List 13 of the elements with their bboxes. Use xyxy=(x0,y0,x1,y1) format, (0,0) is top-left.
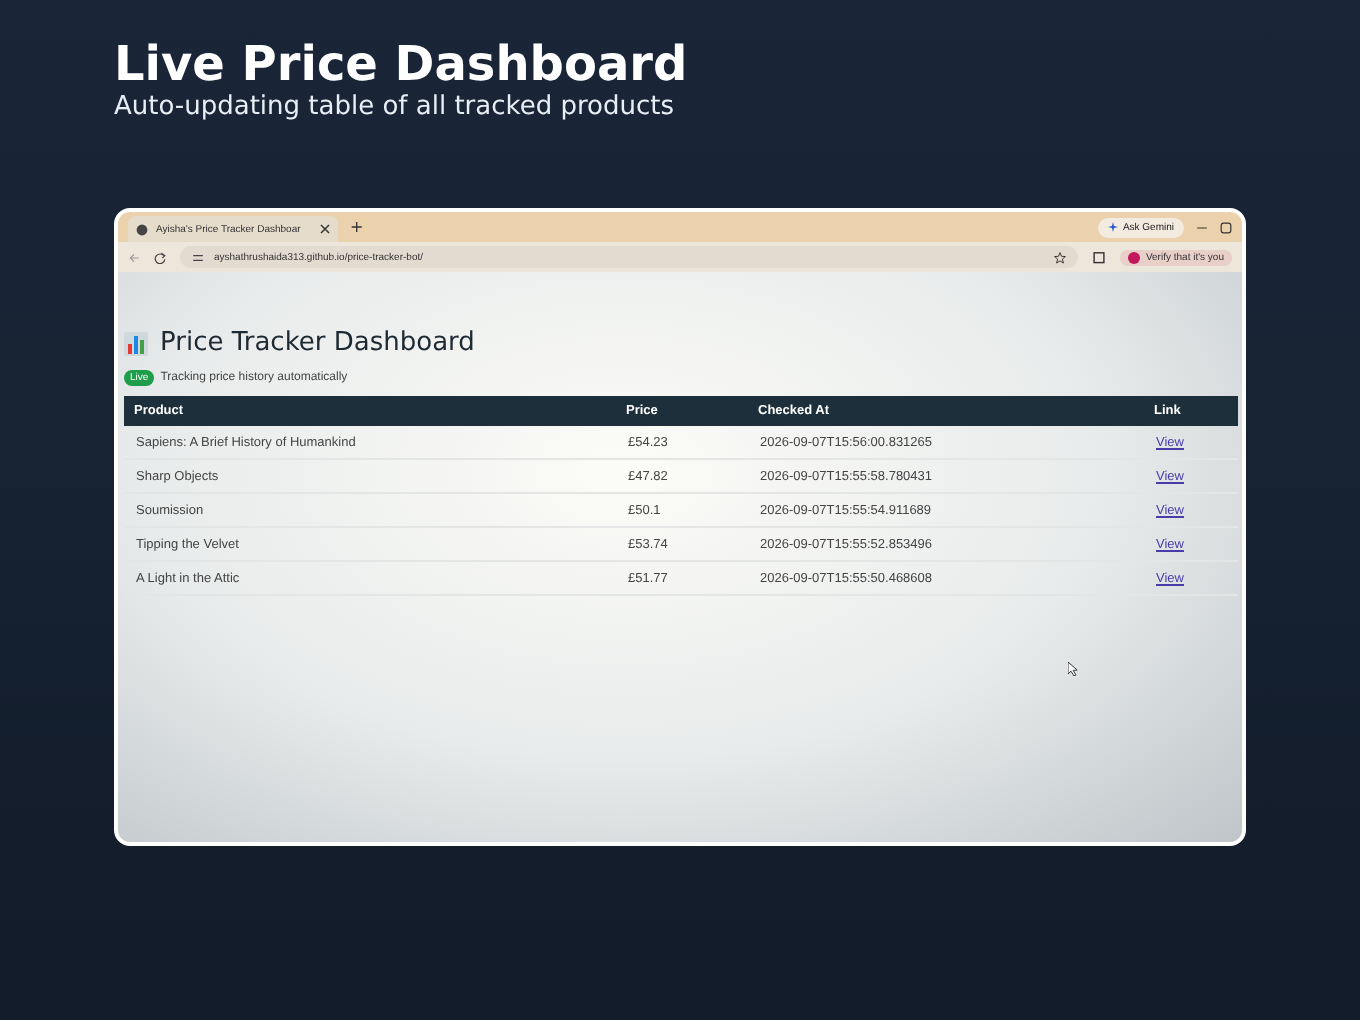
maximize-icon[interactable] xyxy=(1220,221,1232,233)
avatar-icon xyxy=(1127,251,1140,263)
cursor-icon xyxy=(1068,662,1078,676)
bar-chart-icon xyxy=(124,331,148,355)
slide-subtitle: Auto-updating table of all tracked products xyxy=(114,92,676,124)
minimize-icon[interactable] xyxy=(1196,221,1208,233)
page-title: Price Tracker Dashboard xyxy=(160,328,475,358)
close-icon[interactable] xyxy=(320,224,330,234)
sparkle-icon xyxy=(1108,222,1119,232)
new-tab-button[interactable]: + xyxy=(350,218,364,236)
star-icon[interactable] xyxy=(1053,251,1066,263)
slide-title: Live Price Dashboard xyxy=(114,36,690,92)
reload-icon[interactable] xyxy=(154,251,166,263)
